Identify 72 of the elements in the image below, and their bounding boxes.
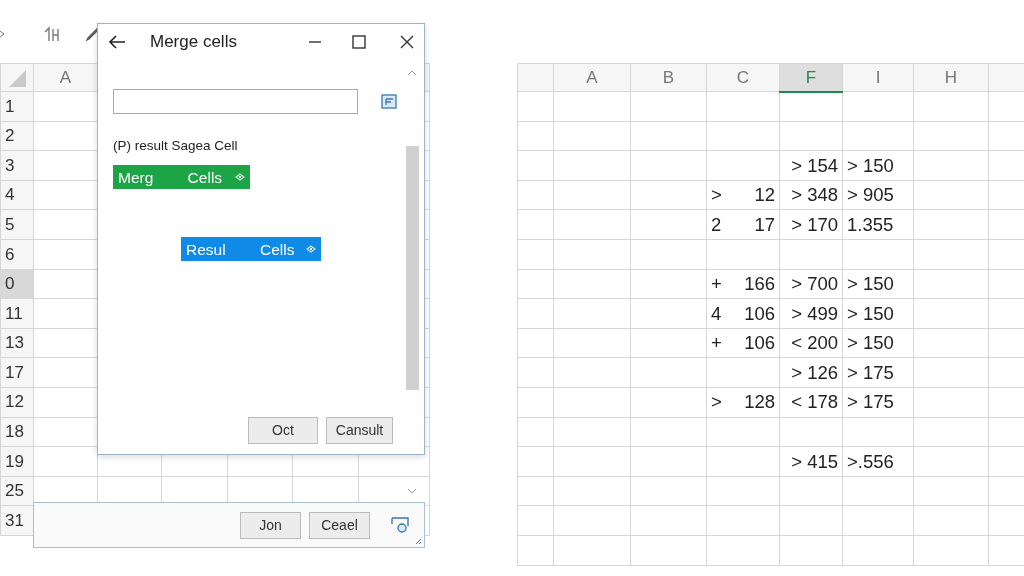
cell-value: > 905	[847, 184, 894, 206]
cell-value: > 175	[847, 361, 894, 383]
column-header[interactable]: H	[913, 63, 989, 92]
row-header[interactable]: 11	[0, 298, 34, 329]
cell-text: >	[711, 183, 722, 208]
resize-grip-icon[interactable]	[415, 538, 422, 545]
dialog-title: Merge cells	[150, 30, 237, 53]
column-header[interactable]: A	[553, 63, 631, 92]
row-header[interactable]: 31	[0, 505, 34, 536]
cell-text: >	[711, 390, 722, 415]
eye-icon	[235, 173, 245, 182]
scroll-thumb[interactable]	[406, 146, 419, 390]
row-header[interactable]: 2	[0, 121, 34, 151]
table-search-icon[interactable]	[390, 516, 410, 534]
cell-value: > 700	[791, 273, 838, 294]
row-header[interactable]: 5	[0, 209, 34, 240]
action-button[interactable]: Resul Cells	[181, 237, 321, 262]
row-header[interactable]: 18	[0, 417, 34, 447]
cell-text: +	[711, 272, 722, 296]
result-label: (P) result Sagea Cell	[113, 137, 239, 155]
cell-value: 106	[744, 301, 775, 326]
row-header[interactable]: 6	[0, 239, 34, 270]
cell-value: > 154	[791, 154, 838, 176]
scroll-up-icon[interactable]	[407, 70, 417, 76]
row-header[interactable]: 0	[0, 269, 34, 299]
back-arrow-icon[interactable]	[108, 34, 126, 49]
range-picker-icon[interactable]	[380, 92, 398, 111]
row-header[interactable]: 17	[0, 357, 34, 388]
cell-value: > 170	[791, 213, 838, 235]
maximize-icon[interactable]	[352, 34, 366, 49]
cell-value: 1.355	[847, 213, 894, 235]
cell-value: 106	[744, 331, 775, 356]
cell-value: 12	[754, 183, 775, 208]
eye-icon	[306, 245, 316, 254]
close-icon[interactable]	[400, 34, 414, 49]
cell-value: >.556	[847, 450, 894, 472]
panel-button[interactable]: Jon	[240, 511, 301, 539]
row-header[interactable]: 12	[0, 387, 34, 418]
cell-text: +	[711, 331, 722, 356]
cell-value: > 150	[847, 273, 894, 294]
cell-value: > 126	[791, 361, 838, 383]
cell-value: > 348	[791, 184, 838, 206]
cell-value: 128	[744, 390, 775, 415]
row-header[interactable]: 4	[0, 180, 34, 210]
cell-text: 2	[711, 212, 722, 237]
cell-value: > 499	[791, 302, 838, 324]
dialog-button[interactable]: Oct	[248, 417, 318, 444]
cell-value: 17	[754, 212, 775, 237]
cell-value: > 415	[791, 450, 838, 472]
row-header[interactable]: 25	[0, 476, 34, 506]
panel-button[interactable]: Ceael	[309, 511, 370, 539]
cell-value: > 150	[847, 332, 894, 354]
cell-value: > 175	[847, 391, 894, 413]
cell-text: 4	[711, 301, 722, 326]
column-header[interactable]: A	[59, 67, 72, 87]
dialog-button[interactable]: Cansult	[326, 417, 393, 444]
cell-value: 166	[744, 272, 775, 296]
row-header[interactable]: 3	[0, 150, 34, 181]
row-header[interactable]: 1	[0, 91, 34, 122]
chevron-icon[interactable]	[0, 28, 5, 39]
row-header[interactable]: 13	[0, 328, 34, 358]
column-header[interactable]: I	[842, 63, 914, 92]
cell-value: < 200	[791, 332, 838, 354]
row-header[interactable]: 19	[0, 446, 34, 477]
cell-value: > 150	[847, 302, 894, 324]
cell-value: > 150	[847, 154, 894, 176]
sort-icon[interactable]	[43, 25, 61, 42]
cell-value: < 178	[791, 391, 838, 413]
column-header[interactable]: B	[630, 63, 707, 92]
input-field[interactable]	[113, 89, 358, 114]
scroll-down-icon[interactable]	[407, 488, 417, 494]
column-header[interactable]: C	[706, 63, 780, 92]
